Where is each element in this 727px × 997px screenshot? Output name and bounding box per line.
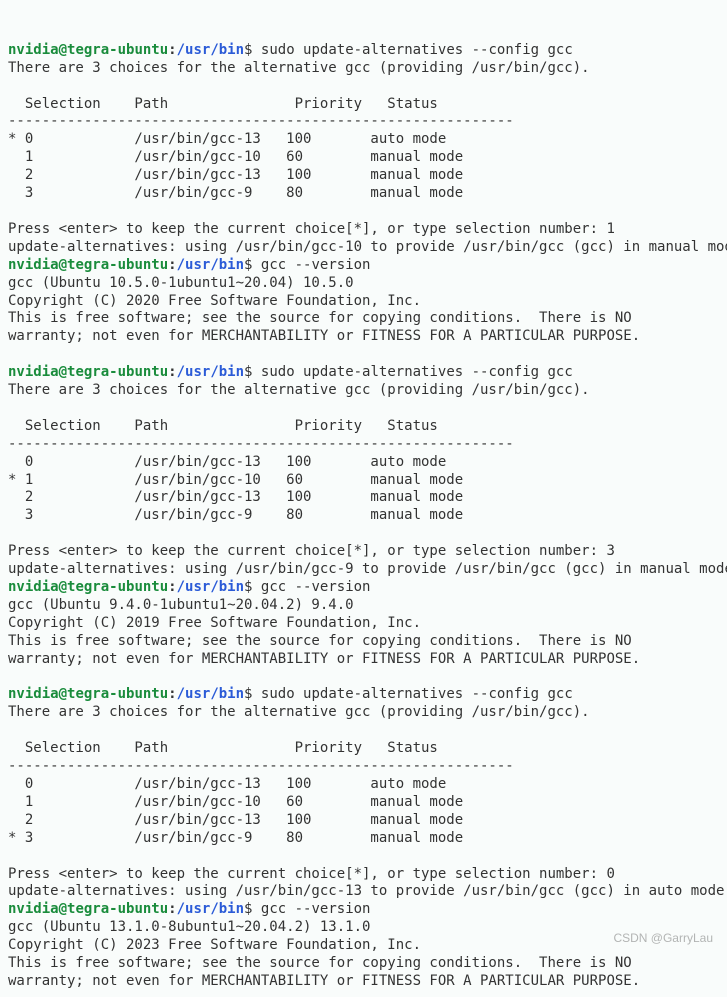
table-row: * 1 /usr/bin/gcc-10 60 manual mode	[8, 472, 463, 488]
output-line: update-alternatives: using /usr/bin/gcc-…	[8, 561, 727, 577]
prompt-colon: :	[168, 579, 176, 595]
terminal-output: nvidia@tegra-ubuntu:/usr/bin$ sudo updat…	[0, 0, 727, 997]
command-text: sudo update-alternatives --config gcc	[261, 42, 573, 58]
output-line: gcc (Ubuntu 10.5.0-1ubuntu1~20.04) 10.5.…	[8, 275, 354, 291]
prompt-path: /usr/bin	[177, 579, 244, 595]
prompt-host: @tegra-ubuntu	[59, 364, 169, 380]
prompt-dollar: $	[244, 901, 261, 917]
output-line: gcc (Ubuntu 9.4.0-1ubuntu1~20.04.2) 9.4.…	[8, 597, 354, 613]
prompt-path: /usr/bin	[177, 42, 244, 58]
table-divider: ----------------------------------------…	[8, 436, 514, 452]
table-row: 3 /usr/bin/gcc-9 80 manual mode	[8, 507, 463, 523]
table-header: Selection Path Priority Status	[8, 418, 438, 434]
prompt-colon: :	[168, 364, 176, 380]
prompt-host: @tegra-ubuntu	[59, 42, 169, 58]
output-line: Copyright (C) 2019 Free Software Foundat…	[8, 615, 421, 631]
prompt-dollar: $	[244, 579, 261, 595]
table-row: * 3 /usr/bin/gcc-9 80 manual mode	[8, 830, 463, 846]
output-line: update-alternatives: using /usr/bin/gcc-…	[8, 239, 727, 255]
output-line: warranty; not even for MERCHANTABILITY o…	[8, 651, 640, 667]
table-divider: ----------------------------------------…	[8, 113, 514, 129]
output-line: This is free software; see the source fo…	[8, 955, 632, 971]
table-row: 3 /usr/bin/gcc-9 80 manual mode	[8, 185, 463, 201]
prompt-dollar: $	[244, 364, 261, 380]
output-line: warranty; not even for MERCHANTABILITY o…	[8, 973, 640, 989]
prompt-user: nvidia	[8, 257, 59, 273]
table-row: * 0 /usr/bin/gcc-13 100 auto mode	[8, 131, 446, 147]
output-line: warranty; not even for MERCHANTABILITY o…	[8, 328, 640, 344]
prompt-colon: :	[168, 42, 176, 58]
command-text: sudo update-alternatives --config gcc	[261, 686, 573, 702]
table-header: Selection Path Priority Status	[8, 96, 438, 112]
prompt-path: /usr/bin	[177, 686, 244, 702]
output-line: This is free software; see the source fo…	[8, 310, 632, 326]
table-divider: ----------------------------------------…	[8, 758, 514, 774]
command-text: gcc --version	[261, 579, 371, 595]
output-line: There are 3 choices for the alternative …	[8, 704, 590, 720]
output-line: There are 3 choices for the alternative …	[8, 60, 590, 76]
selection-prompt[interactable]: Press <enter> to keep the current choice…	[8, 543, 615, 559]
prompt-dollar: $	[244, 42, 261, 58]
command-text: gcc --version	[261, 257, 371, 273]
prompt-colon: :	[168, 686, 176, 702]
prompt-host: @tegra-ubuntu	[59, 686, 169, 702]
table-row: 2 /usr/bin/gcc-13 100 manual mode	[8, 167, 463, 183]
prompt-path: /usr/bin	[177, 901, 244, 917]
command-text: sudo update-alternatives --config gcc	[261, 364, 573, 380]
prompt-host: @tegra-ubuntu	[59, 257, 169, 273]
table-row: 2 /usr/bin/gcc-13 100 manual mode	[8, 489, 463, 505]
output-line: update-alternatives: using /usr/bin/gcc-…	[8, 883, 724, 899]
prompt-colon: :	[168, 901, 176, 917]
table-row: 1 /usr/bin/gcc-10 60 manual mode	[8, 149, 463, 165]
prompt-user: nvidia	[8, 579, 59, 595]
command-text: gcc --version	[261, 901, 371, 917]
prompt-host: @tegra-ubuntu	[59, 579, 169, 595]
selection-prompt[interactable]: Press <enter> to keep the current choice…	[8, 221, 615, 237]
prompt-user: nvidia	[8, 42, 59, 58]
prompt-user: nvidia	[8, 686, 59, 702]
output-line: gcc (Ubuntu 13.1.0-8ubuntu1~20.04.2) 13.…	[8, 919, 370, 935]
table-row: 2 /usr/bin/gcc-13 100 manual mode	[8, 812, 463, 828]
output-line: Copyright (C) 2023 Free Software Foundat…	[8, 937, 421, 953]
prompt-dollar: $	[244, 257, 261, 273]
table-row: 0 /usr/bin/gcc-13 100 auto mode	[8, 454, 446, 470]
output-line: This is free software; see the source fo…	[8, 633, 632, 649]
selection-prompt[interactable]: Press <enter> to keep the current choice…	[8, 866, 615, 882]
prompt-path: /usr/bin	[177, 364, 244, 380]
output-line: Copyright (C) 2020 Free Software Foundat…	[8, 293, 421, 309]
prompt-colon: :	[168, 257, 176, 273]
table-header: Selection Path Priority Status	[8, 740, 438, 756]
table-row: 0 /usr/bin/gcc-13 100 auto mode	[8, 776, 446, 792]
prompt-dollar: $	[244, 686, 261, 702]
prompt-user: nvidia	[8, 901, 59, 917]
table-row: 1 /usr/bin/gcc-10 60 manual mode	[8, 794, 463, 810]
output-line: There are 3 choices for the alternative …	[8, 382, 590, 398]
prompt-user: nvidia	[8, 364, 59, 380]
prompt-host: @tegra-ubuntu	[59, 901, 169, 917]
prompt-path: /usr/bin	[177, 257, 244, 273]
